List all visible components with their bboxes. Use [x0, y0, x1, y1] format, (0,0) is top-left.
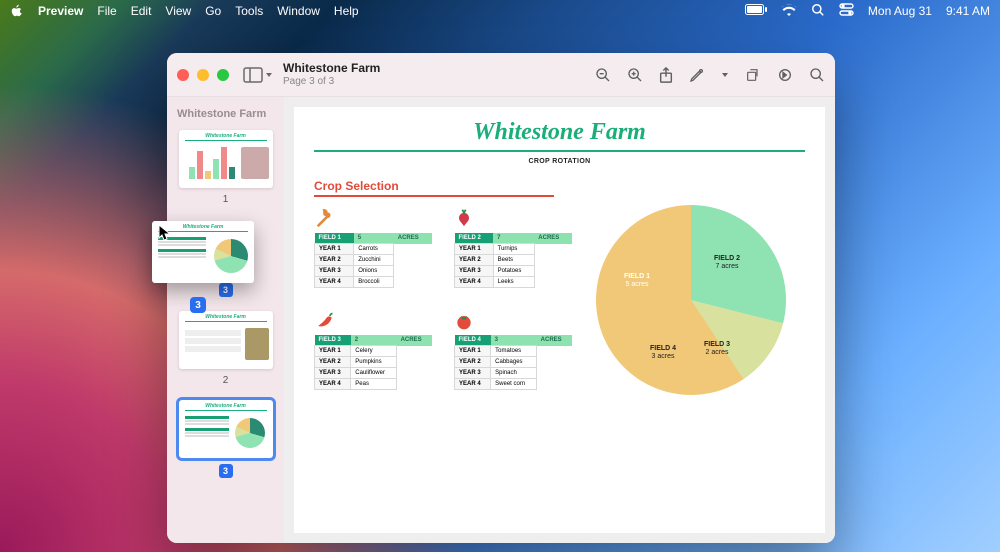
page-viewport[interactable]: Whitestone Farm CROP ROTATION Crop Selec… [284, 97, 835, 543]
control-center-icon[interactable] [839, 3, 854, 19]
thumbnail-page-2[interactable]: Whitestone Farm [179, 311, 273, 369]
section-heading: Crop Selection [314, 179, 805, 193]
menubar: Preview File Edit View Go Tools Window H… [0, 0, 1000, 22]
thumbnail-badge: 3 [219, 283, 233, 297]
fullscreen-button[interactable] [217, 69, 229, 81]
pie-chart: FIELD 15 acres FIELD 27 acres FIELD 32 a… [596, 205, 786, 395]
crop-table-field-4: FIELD 43ACRES YEAR 1TomatoesYEAR 2Cabbag… [454, 307, 572, 395]
close-button[interactable] [177, 69, 189, 81]
document-page: Whitestone Farm CROP ROTATION Crop Selec… [294, 107, 825, 533]
minimize-button[interactable] [197, 69, 209, 81]
beet-icon [454, 205, 478, 229]
crop-table-field-3: FIELD 32ACRES YEAR 1CeleryYEAR 2Pumpkins… [314, 307, 432, 395]
highlight-button[interactable] [777, 67, 793, 83]
thumbnail-badge-selected: 3 [219, 464, 233, 478]
menu-tools[interactable]: Tools [235, 4, 263, 18]
window-title: Whitestone Farm [283, 62, 380, 75]
thumbnail-page-1[interactable]: Whitestone Farm [179, 130, 273, 188]
doc-title: Whitestone Farm [314, 119, 805, 146]
markup-button[interactable] [689, 67, 705, 83]
thumbnail-number: 1 [223, 194, 229, 205]
crop-table-field-2: FIELD 27ACRES YEAR 1TurnipsYEAR 2BeetsYE… [454, 205, 572, 293]
sidebar-toggle[interactable] [243, 67, 273, 83]
zoom-in-button[interactable] [627, 67, 643, 83]
tomato-icon [454, 307, 478, 331]
menu-go[interactable]: Go [205, 4, 221, 18]
share-button[interactable] [659, 67, 673, 83]
thumbnail-sidebar: Whitestone Farm Whitestone Farm 1 [167, 97, 284, 543]
menu-window[interactable]: Window [277, 4, 320, 18]
preview-window: Whitestone Farm Page 3 of 3 Whitestone F… [167, 53, 835, 543]
doc-subtitle: CROP ROTATION [314, 158, 805, 165]
sidebar-title: Whitestone Farm [167, 105, 276, 126]
desktop: Preview File Edit View Go Tools Window H… [0, 0, 1000, 552]
zoom-out-button[interactable] [595, 67, 611, 83]
cursor-icon [158, 224, 172, 247]
titlebar[interactable]: Whitestone Farm Page 3 of 3 [167, 53, 835, 97]
window-subtitle: Page 3 of 3 [283, 76, 380, 87]
crop-table-field-1: FIELD 15ACRES YEAR 1CarrotsYEAR 2Zucchin… [314, 205, 432, 293]
menu-edit[interactable]: Edit [131, 4, 152, 18]
carrot-icon [314, 205, 338, 229]
menubar-time[interactable]: 9:41 AM [946, 4, 990, 18]
search-button[interactable] [809, 67, 825, 83]
chili-icon [314, 307, 338, 331]
wifi-icon[interactable] [781, 4, 797, 19]
rotate-button[interactable] [745, 67, 761, 83]
menu-file[interactable]: File [97, 4, 116, 18]
menu-view[interactable]: View [165, 4, 191, 18]
thumbnail-number: 2 [223, 375, 229, 386]
battery-icon[interactable] [745, 4, 767, 18]
menu-help[interactable]: Help [334, 4, 359, 18]
thumbnail-page-3[interactable]: Whitestone Farm [179, 400, 273, 458]
menubar-date[interactable]: Mon Aug 31 [868, 4, 932, 18]
app-menu[interactable]: Preview [38, 4, 83, 18]
markup-dropdown[interactable] [721, 71, 729, 79]
apple-menu[interactable] [10, 4, 24, 18]
drag-count-badge: 3 [190, 297, 206, 313]
spotlight-icon[interactable] [811, 3, 825, 20]
